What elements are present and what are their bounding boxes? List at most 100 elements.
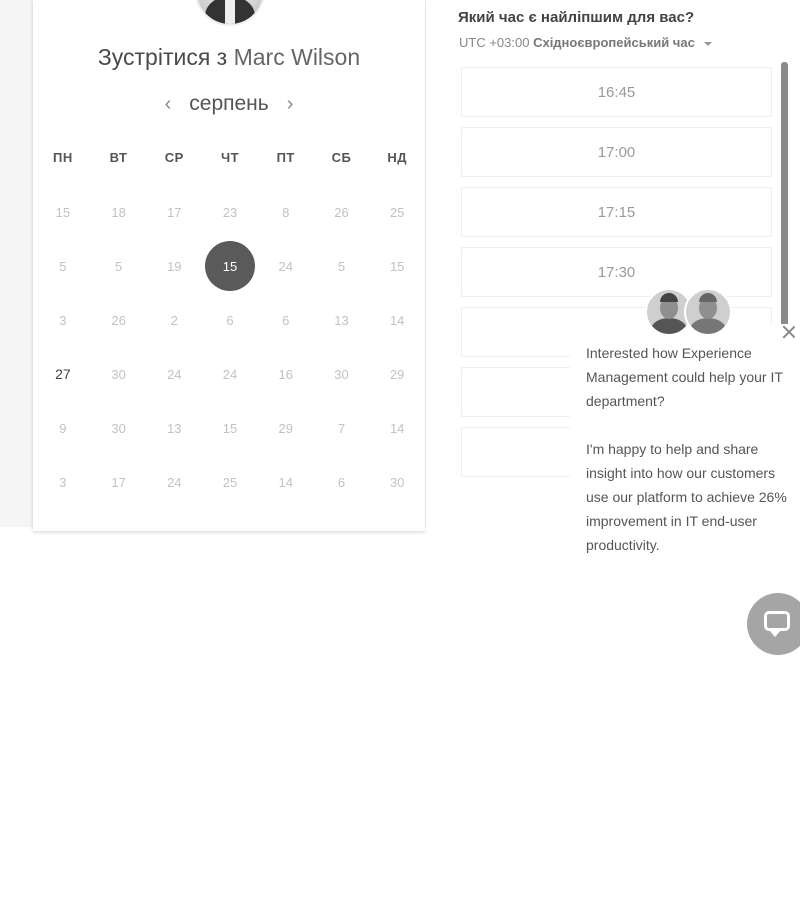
calendar-day: 14	[258, 455, 314, 509]
calendar-day: 24	[202, 347, 258, 401]
calendar-day-number: 29	[278, 420, 293, 436]
calendar-card: Зустрітися з Marc Wilson ‹ серпень › ПН В…	[33, 0, 425, 531]
calendar-day-number: 5	[59, 258, 67, 274]
calendar-day-number: 5	[114, 258, 123, 274]
calendar-day-number: 15	[205, 241, 256, 291]
calendar-day-number: 18	[111, 204, 126, 220]
weekday-label: ВТ	[109, 150, 128, 165]
calendar-day: 25	[202, 455, 258, 509]
calendar-day-number: 15	[222, 420, 238, 436]
timezone-offset: UTC +03:00	[459, 35, 530, 50]
calendar-day: 23	[202, 185, 258, 239]
time-slot-button[interactable]: 17:00	[461, 127, 772, 177]
calendar-day: 6	[258, 293, 314, 347]
calendar-day: 9	[35, 401, 91, 455]
calendar-day-number: 14	[278, 474, 293, 490]
calendar-day: 19	[146, 239, 202, 293]
calendar-week-row: 15 18 17 23 8 26 25	[35, 185, 425, 239]
calendar-day-selected[interactable]: 15	[202, 239, 258, 293]
calendar-day: 30	[91, 347, 147, 401]
calendar-day: 29	[369, 347, 425, 401]
calendar-day: 2	[146, 293, 202, 347]
calendar-day-number: 19	[167, 258, 182, 274]
calendar-week-row: 27 30 24 24 16 30 29	[35, 347, 425, 401]
calendar-grid: 15 18 17 23 8 26 25 5 5 19 15 24 5 15 3 26 2 6 6 13 14 27 30 24…	[35, 185, 425, 509]
chat-message: Interested how Experience Management cou…	[586, 341, 792, 581]
calendar-day-number: 14	[389, 312, 405, 328]
caret-down-icon	[704, 41, 713, 46]
calendar-day: 6	[314, 455, 370, 509]
calendar-day-number: 30	[334, 366, 349, 382]
time-slot-button[interactable]: 16:45	[461, 67, 772, 117]
current-month: серпень	[189, 92, 269, 115]
chat-popup: Interested how Experience Management cou…	[570, 324, 800, 574]
calendar-day: 24	[146, 455, 202, 509]
chat-message-paragraph: Interested how Experience Management cou…	[586, 345, 783, 409]
calendar-day-number: 16	[278, 366, 293, 382]
calendar-day: 3	[35, 455, 91, 509]
calendar-day-number: 8	[282, 204, 290, 220]
calendar-day: 18	[91, 185, 147, 239]
calendar-day-number: 14	[389, 420, 405, 436]
calendar-day: 29	[258, 401, 314, 455]
calendar-day-number: 3	[59, 474, 67, 490]
calendar-day-number: 7	[337, 420, 346, 436]
calendar-day-number: 17	[167, 204, 182, 220]
calendar-week-row: 9 30 13 15 29 7 14	[35, 401, 425, 455]
calendar-day-number: 25	[389, 204, 405, 220]
calendar-day: 5	[35, 239, 91, 293]
calendar-week-row: 5 5 19 15 24 5 15	[35, 239, 425, 293]
calendar-day-number: 15	[55, 204, 71, 220]
timezone-selector[interactable]: UTC +03:00 Східноєвропейський час	[459, 35, 713, 50]
weekday-label: СР	[164, 150, 184, 165]
calendar-day-number: 23	[222, 204, 238, 220]
calendar-day: 17	[146, 185, 202, 239]
chevron-right-icon[interactable]: ›	[277, 90, 304, 118]
calendar-day-number: 17	[111, 474, 126, 490]
calendar-day: 13	[314, 293, 370, 347]
calendar-day-number: 24	[222, 366, 238, 382]
weekday-label: НД	[387, 150, 407, 165]
calendar-day-number: 9	[59, 420, 67, 436]
weekday-label: ПТ	[276, 150, 295, 165]
calendar-day: 14	[369, 293, 425, 347]
calendar-day: 5	[314, 239, 370, 293]
calendar-week-row: 3 26 2 6 6 13 14	[35, 293, 425, 347]
calendar-day: 15	[35, 185, 91, 239]
month-navigation: ‹ серпень ›	[33, 90, 425, 118]
weekday-label: ПН	[52, 150, 73, 165]
calendar-day-number: 15	[389, 258, 405, 274]
time-slot-button[interactable]: 17:15	[461, 187, 772, 237]
chat-launcher-button[interactable]	[747, 593, 800, 655]
calendar-day: 26	[91, 293, 147, 347]
calendar-day-number: 26	[111, 312, 126, 328]
calendar-day: 24	[258, 239, 314, 293]
calendar-day-number: 5	[337, 258, 346, 274]
calendar-day-number: 13	[334, 312, 349, 328]
calendar-day-number: 30	[111, 420, 126, 436]
calendar-day: 3	[35, 293, 91, 347]
calendar-day-number: 24	[167, 474, 182, 490]
calendar-day-number: 2	[170, 312, 178, 328]
meeting-title: Зустрітися з Marc Wilson	[33, 44, 425, 71]
calendar-day-number: 25	[222, 474, 238, 490]
agent-avatar	[684, 288, 732, 336]
calendar-day-available[interactable]: 27	[35, 347, 91, 401]
calendar-day: 24	[146, 347, 202, 401]
close-icon[interactable]	[778, 321, 800, 343]
calendar-day-number: 3	[59, 312, 67, 328]
calendar-day-number: 24	[167, 366, 182, 382]
calendar-day: 14	[369, 401, 425, 455]
calendar-day: 25	[369, 185, 425, 239]
time-slot-button[interactable]: 17:30	[461, 247, 772, 297]
calendar-day-number: 29	[389, 366, 405, 382]
weekday-label: СБ	[331, 150, 352, 165]
calendar-day-number: 27	[55, 366, 71, 382]
chevron-left-icon[interactable]: ‹	[155, 90, 182, 118]
calendar-day: 5	[91, 239, 147, 293]
calendar-day: 30	[314, 347, 370, 401]
calendar-week-row: 3 17 24 25 14 6 30	[35, 455, 425, 509]
host-name: Marc Wilson	[233, 44, 361, 70]
weekday-header: ПН ВТ СР ЧТ ПТ СБ НД	[35, 150, 425, 165]
calendar-day-number: 24	[278, 258, 293, 274]
